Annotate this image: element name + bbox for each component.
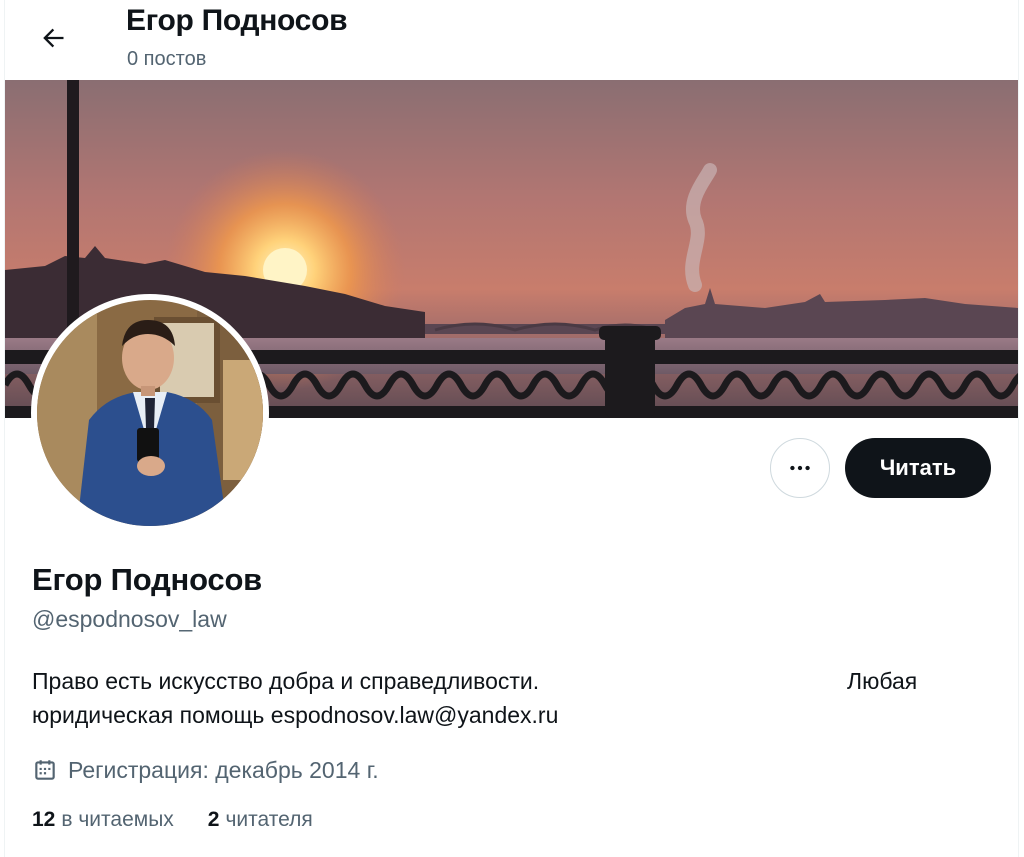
follow-button[interactable]: Читать — [845, 438, 991, 498]
followers-label: читателя — [225, 808, 313, 831]
followers-link[interactable]: 2 читателя — [208, 808, 313, 832]
column-border-right — [1018, 0, 1019, 857]
follow-stats: 12 в читаемых 2 читателя — [32, 808, 347, 832]
bio-text-fragment: Любая — [847, 668, 918, 694]
avatar-photo — [37, 300, 263, 526]
profile-handle: @espodnosov_law — [32, 606, 227, 632]
back-button[interactable] — [31, 16, 75, 60]
following-label: в читаемых — [61, 808, 174, 831]
bio-text-line-2: юридическая помощь espodnosov.law@yandex… — [32, 702, 559, 728]
profile-page: Егор Подносов 0 постов Читать Егор Подно… — [0, 0, 1024, 857]
profile-avatar[interactable] — [31, 294, 269, 532]
calendar-icon — [35, 760, 55, 780]
bio-text-line-1: Право есть искусство добра и справедливо… — [32, 668, 540, 694]
header-title: Егор Подносов — [126, 4, 348, 37]
posts-count: 0 постов — [127, 48, 207, 70]
profile-header-bar: Егор Подносов 0 постов — [5, 0, 1018, 80]
followers-count: 2 — [207, 808, 220, 831]
profile-name: Егор Подносов — [32, 562, 263, 597]
join-date-text: Регистрация: декабрь 2014 г. — [68, 756, 379, 783]
more-icon — [790, 465, 810, 471]
more-options-button[interactable] — [770, 438, 830, 498]
arrow-left-icon — [43, 28, 64, 48]
following-count: 12 — [32, 808, 56, 831]
following-link[interactable]: 12 в читаемых — [32, 808, 174, 832]
join-date: Регистрация: декабрь 2014 г. — [32, 754, 379, 786]
